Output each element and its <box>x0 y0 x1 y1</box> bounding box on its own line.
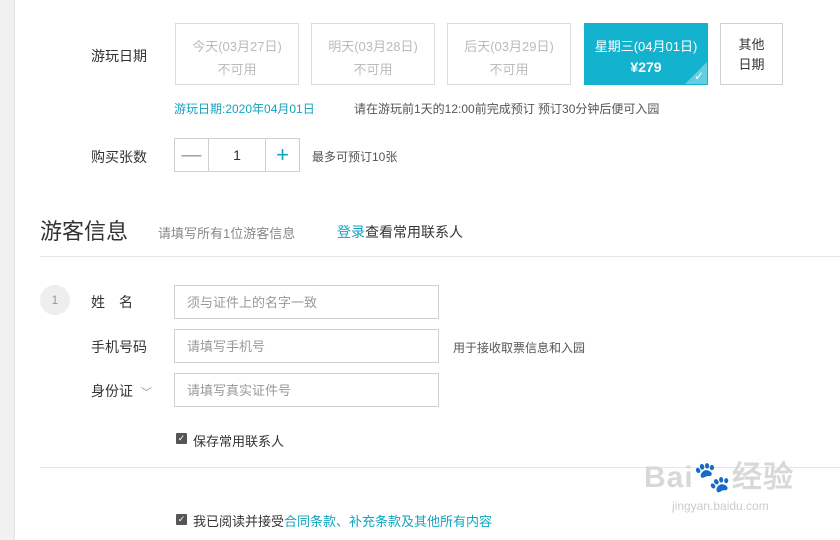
visitor-subtitle: 请填写所有1位游客信息 <box>158 226 296 241</box>
watermark-url: jingyan.baidu.com <box>672 499 769 513</box>
quantity-stepper: — 1 + <box>174 138 300 172</box>
name-label: 姓 名 <box>91 294 133 310</box>
visit-date-label: 游玩日期 <box>91 48 147 64</box>
agreement-prefix: 我已阅读并接受 <box>193 514 285 529</box>
chevron-down-icon: ﹀ <box>140 387 152 399</box>
date-option-selected[interactable]: 星期三(04月01日) ¥279 ✓ <box>584 23 708 85</box>
agreement-link[interactable]: 合同条款、补充条款及其他所有内容 <box>284 514 492 529</box>
date-option-today-date: 今天(03月27日) <box>192 39 282 54</box>
id-type-label: 身份证 <box>91 383 133 399</box>
id-type-selector[interactable]: 身份证 ﹀ <box>91 381 152 401</box>
booking-note: 请在游玩前1天的12:00前完成预订 预订30分钟后便可入园 <box>354 102 660 116</box>
watermark-brand: Bai🐾经验 <box>644 461 795 494</box>
date-option-day-after: 后天(03月29日) 不可用 <box>447 23 571 85</box>
date-option-today: 今天(03月27日) 不可用 <box>175 23 299 85</box>
name-input[interactable] <box>174 285 439 319</box>
section-divider-top <box>40 256 840 257</box>
baidu-watermark: Bai🐾经验 jingyan.baidu.com <box>644 452 795 513</box>
date-option-tomorrow-date: 明天(03月28日) <box>328 39 418 54</box>
increment-button[interactable]: + <box>266 139 299 171</box>
date-option-selected-date: 星期三(04月01日) <box>594 39 698 54</box>
date-option-today-status: 不可用 <box>217 62 257 77</box>
phone-note: 用于接收取票信息和入园 <box>453 341 586 355</box>
selected-date-text: 游玩日期:2020年04月01日 <box>174 102 315 116</box>
other-date-button[interactable]: 其他 日期 <box>720 23 783 85</box>
left-edge-bar <box>0 0 15 540</box>
other-date-line1: 其他 <box>738 37 765 52</box>
save-contact-label: 保存常用联系人 <box>193 434 285 449</box>
phone-label: 手机号码 <box>91 339 147 355</box>
date-option-day-after-status: 不可用 <box>489 62 529 77</box>
login-hint: 登录查看常用联系人 <box>337 222 463 242</box>
phone-input[interactable] <box>174 329 439 363</box>
date-option-tomorrow-status: 不可用 <box>353 62 393 77</box>
check-icon: ✓ <box>693 69 704 83</box>
quantity-value[interactable]: 1 <box>208 139 266 171</box>
agreement-text: 我已阅读并接受合同条款、补充条款及其他所有内容 <box>193 511 492 530</box>
id-number-input[interactable] <box>174 373 439 407</box>
save-contact-checkbox[interactable]: ✓ <box>176 433 187 444</box>
date-option-tomorrow: 明天(03月28日) 不可用 <box>311 23 435 85</box>
visitor-index-badge: 1 <box>40 285 70 315</box>
quantity-limit-note: 最多可预订10张 <box>312 150 398 164</box>
quantity-label: 购买张数 <box>91 149 147 165</box>
decrement-button[interactable]: — <box>175 139 208 171</box>
other-date-line2: 日期 <box>738 57 765 72</box>
agreement-checkbox[interactable]: ✓ <box>176 514 187 525</box>
login-hint-suffix: 查看常用联系人 <box>365 224 463 240</box>
date-option-day-after-date: 后天(03月29日) <box>464 39 554 54</box>
login-link[interactable]: 登录 <box>337 224 365 240</box>
visitor-section-title: 游客信息 <box>40 219 129 244</box>
